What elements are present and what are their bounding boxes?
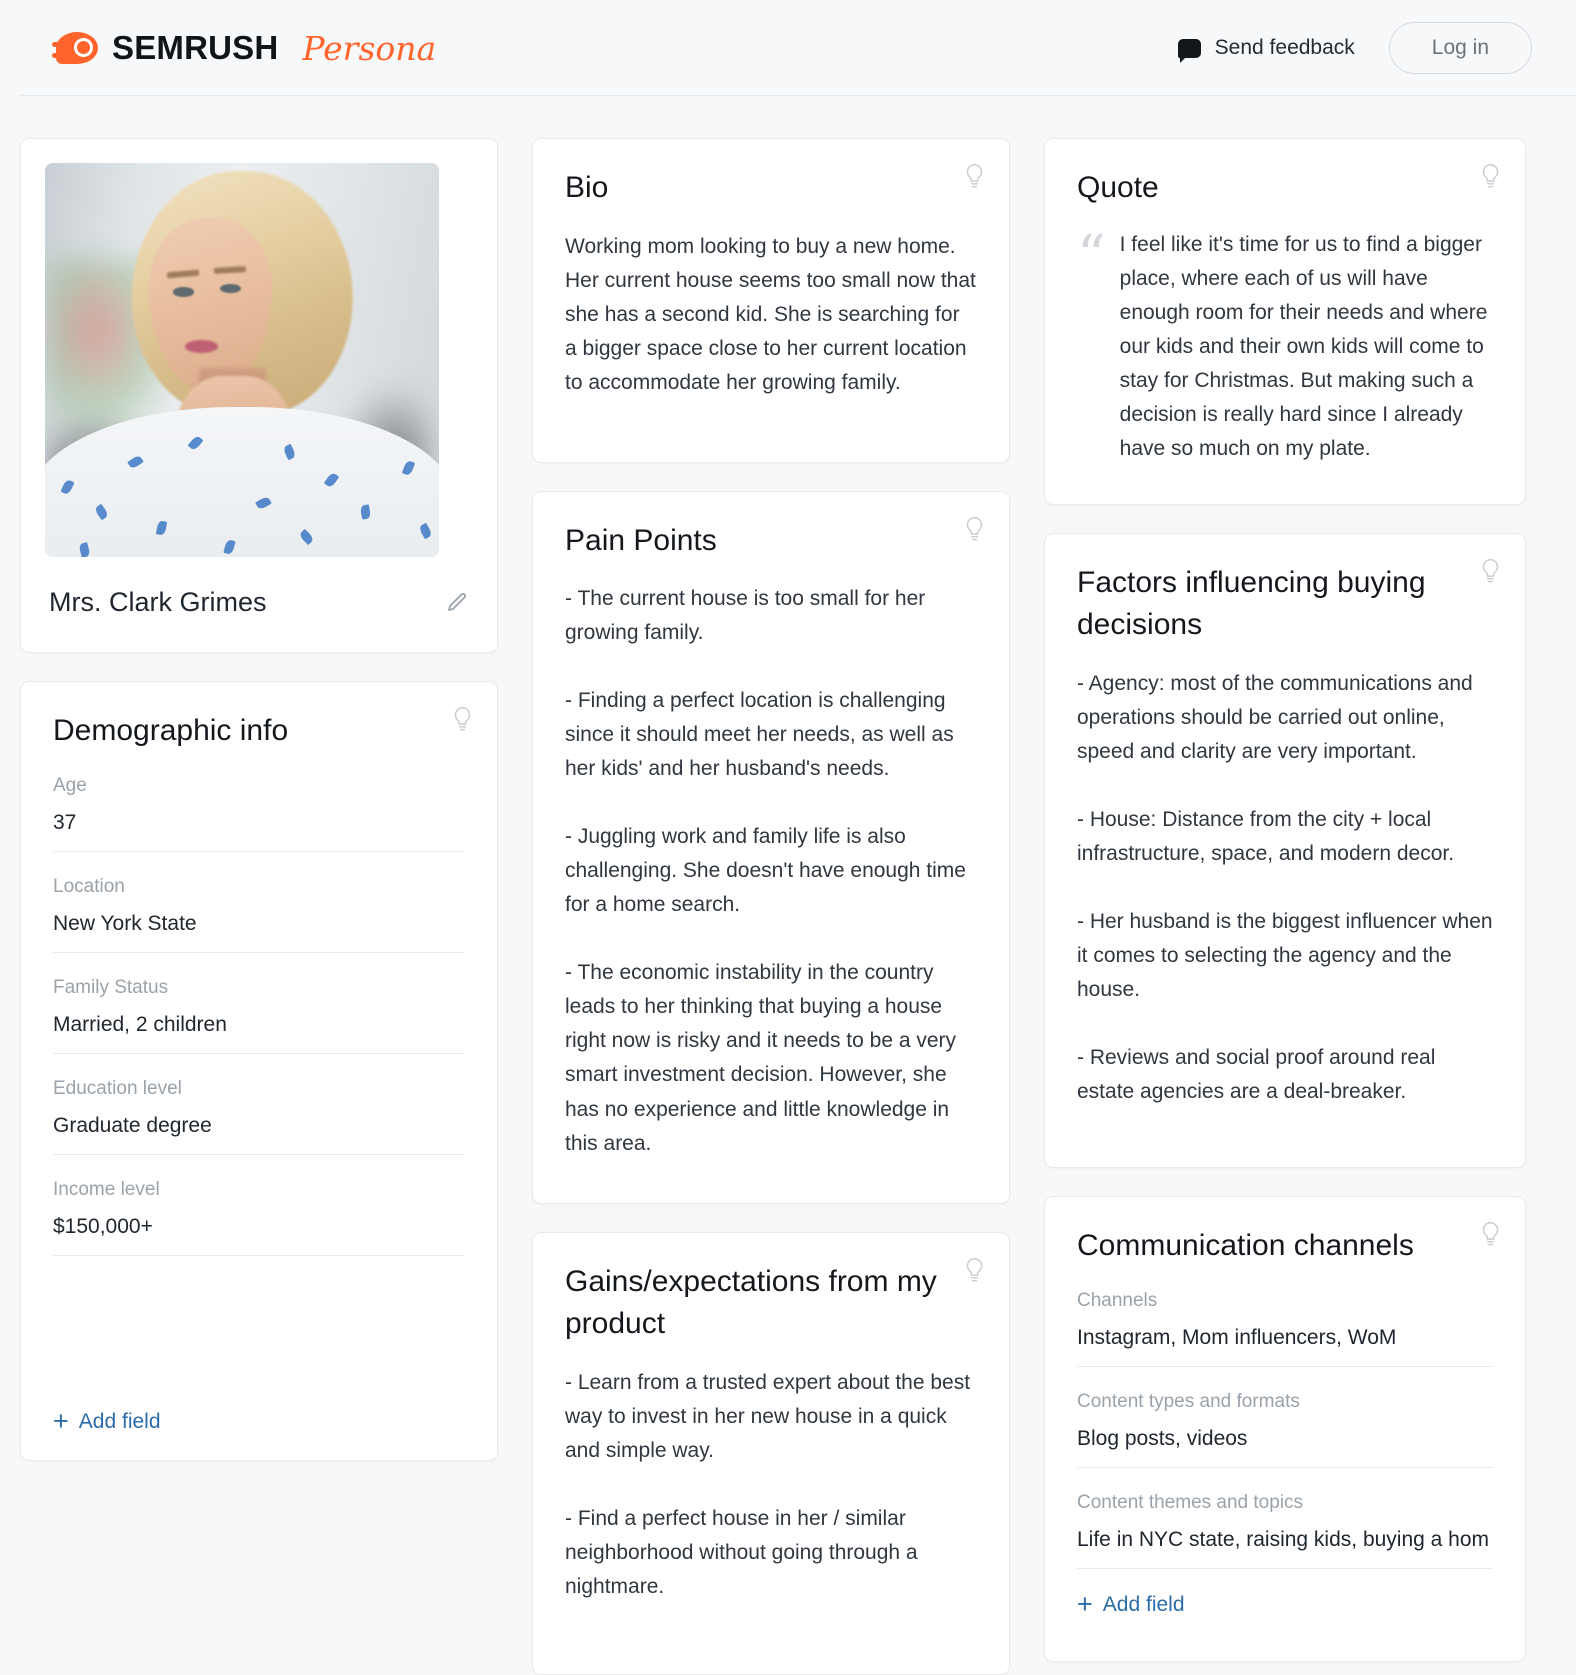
quote-text[interactable]: I feel like it's time for us to find a b…	[1120, 228, 1493, 466]
field-family-status: Family Status Married, 2 children	[53, 977, 465, 1054]
bio-text[interactable]: Working mom looking to buy a new home. H…	[565, 230, 977, 400]
field-value[interactable]: New York State	[53, 912, 465, 953]
communication-channels-card: Communication channels Channels Instagra…	[1044, 1196, 1526, 1662]
add-field-button-communication[interactable]: + Add field	[1077, 1588, 1493, 1619]
add-field-label: Add field	[78, 1409, 161, 1433]
app-header: SEMRUSH Persona Send feedback Log in	[0, 0, 1576, 96]
field-label: Location	[53, 875, 125, 897]
field-label: Family Status	[53, 976, 169, 998]
pencil-edit-icon[interactable]	[445, 591, 469, 615]
send-feedback-label: Send feedback	[1214, 36, 1355, 59]
brand-name: SEMRUSH	[112, 29, 279, 66]
field-value[interactable]: Married, 2 children	[53, 1013, 465, 1054]
factors-text[interactable]: - Agency: most of the communications and…	[1077, 667, 1493, 1109]
lightbulb-icon[interactable]	[964, 163, 985, 191]
field-label: Income level	[53, 1178, 160, 1200]
quote-card: Quote “ I feel like it's time for us to …	[1044, 138, 1526, 505]
field-value[interactable]: Blog posts, videos	[1077, 1427, 1493, 1468]
persona-avatar-photo[interactable]	[45, 163, 439, 557]
field-value[interactable]: Instagram, Mom influencers, WoM	[1077, 1326, 1493, 1367]
field-age: Age 37	[53, 775, 465, 852]
field-education-level: Education level Graduate degree	[53, 1078, 465, 1155]
quote-mark-icon: “	[1077, 223, 1106, 289]
brand-product-name: Persona	[302, 28, 437, 68]
pain-points-text[interactable]: - The current house is too small for her…	[565, 582, 977, 1160]
card-title: Demographic info	[53, 714, 289, 747]
lightbulb-icon[interactable]	[964, 516, 985, 544]
add-field-label: Add field	[1102, 1592, 1185, 1616]
lightbulb-icon[interactable]	[1480, 558, 1501, 586]
field-label: Education level	[53, 1077, 182, 1099]
field-label: Age	[53, 774, 87, 796]
field-content-types: Content types and formats Blog posts, vi…	[1077, 1391, 1493, 1468]
field-income-level: Income level $150,000+	[53, 1179, 465, 1256]
field-value[interactable]: Life in NYC state, raising kids, buying …	[1077, 1528, 1493, 1569]
persona-board: Mrs. Clark Grimes Demographic info Age 3	[0, 96, 1576, 1675]
brand-logo[interactable]: SEMRUSH Persona	[52, 27, 436, 69]
right-column: Quote “ I feel like it's time for us to …	[1044, 138, 1526, 1662]
login-button[interactable]: Log in	[1388, 22, 1532, 74]
field-label: Content types and formats	[1077, 1390, 1300, 1412]
plus-icon: +	[1077, 1588, 1093, 1619]
field-label: Content themes and topics	[1077, 1491, 1304, 1513]
add-field-button-demographic[interactable]: + Add field	[53, 1405, 465, 1436]
card-title: Pain Points	[565, 523, 717, 557]
gains-text[interactable]: - Learn from a trusted expert about the …	[565, 1366, 977, 1604]
semrush-logo-icon	[52, 27, 98, 69]
left-column: Mrs. Clark Grimes Demographic info Age 3	[20, 138, 498, 1461]
gains-expectations-card: Gains/expectations from my product - Lea…	[532, 1231, 1010, 1675]
field-label: Channels	[1077, 1289, 1158, 1311]
bio-card: Bio Working mom looking to buy a new hom…	[532, 138, 1010, 463]
pain-points-card: Pain Points - The current house is too s…	[532, 490, 1010, 1204]
chat-bubble-icon	[1177, 38, 1201, 63]
plus-icon: +	[53, 1405, 69, 1436]
header-actions: Send feedback Log in	[1177, 22, 1532, 74]
middle-column: Bio Working mom looking to buy a new hom…	[532, 138, 1010, 1675]
field-content-themes: Content themes and topics Life in NYC st…	[1077, 1492, 1493, 1569]
field-value[interactable]: 37	[53, 811, 465, 852]
lightbulb-icon[interactable]	[964, 1257, 985, 1285]
field-value[interactable]: Graduate degree	[53, 1114, 465, 1155]
field-value[interactable]: $150,000+	[53, 1215, 465, 1256]
card-title: Factors influencing buying decisions	[1077, 565, 1426, 642]
card-title: Communication channels	[1077, 1229, 1414, 1263]
demographic-info-card: Demographic info Age 37 Location New Yor…	[20, 681, 498, 1461]
card-title: Bio	[565, 171, 609, 204]
persona-name-row: Mrs. Clark Grimes	[45, 587, 473, 618]
field-channels: Channels Instagram, Mom influencers, WoM	[1077, 1290, 1493, 1367]
profile-card: Mrs. Clark Grimes	[20, 138, 498, 653]
field-location: Location New York State	[53, 876, 465, 953]
card-title: Gains/expectations from my product	[565, 1264, 937, 1341]
send-feedback-button[interactable]: Send feedback	[1177, 36, 1355, 63]
lightbulb-icon[interactable]	[452, 706, 473, 734]
lightbulb-icon[interactable]	[1480, 1221, 1501, 1249]
lightbulb-icon[interactable]	[1480, 163, 1501, 191]
factors-influencing-card: Factors influencing buying decisions - A…	[1044, 532, 1526, 1169]
persona-name: Mrs. Clark Grimes	[49, 587, 267, 617]
card-title: Quote	[1077, 171, 1159, 204]
